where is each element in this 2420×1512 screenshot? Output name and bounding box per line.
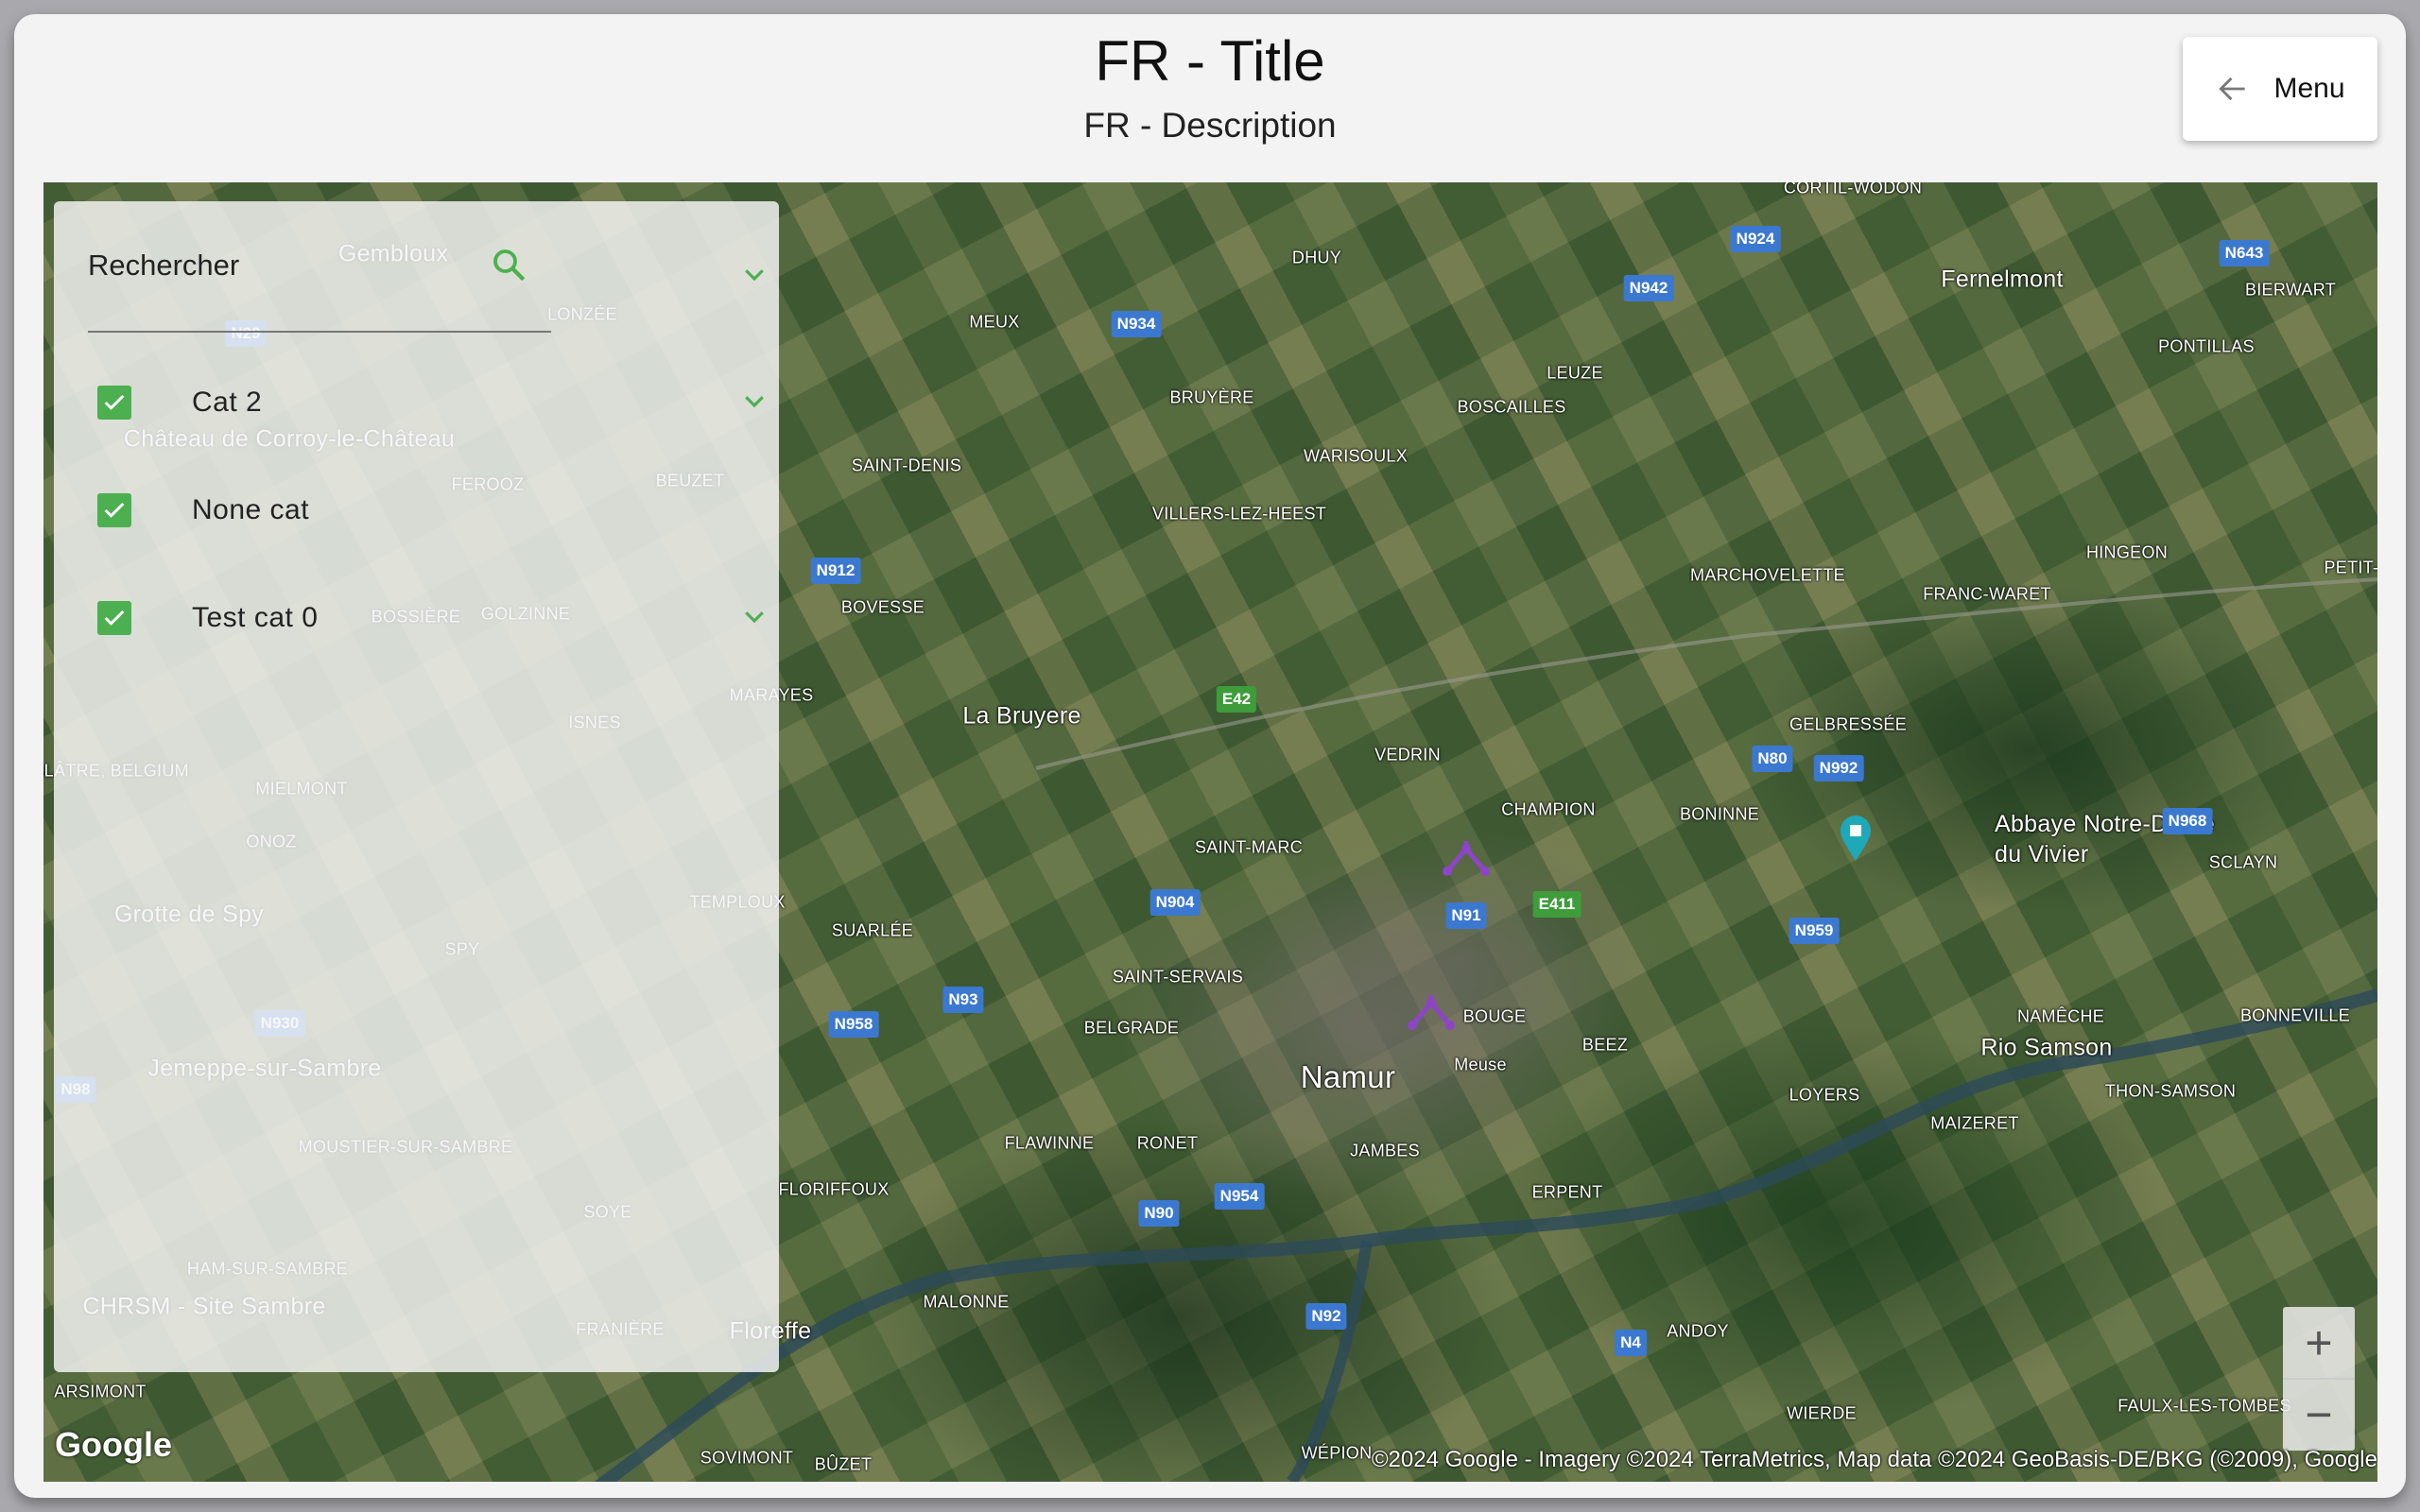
map-place-label: FAULX-LES-TOMBES	[2118, 1396, 2291, 1416]
filter-panel: Rechercher Cat 2 None cat Test cat 0	[54, 201, 779, 1372]
map-place-label: BRUYÈRE	[1169, 387, 1254, 407]
category-item[interactable]: Test cat 0	[92, 594, 772, 642]
road-shield: N90	[1138, 1200, 1180, 1227]
map-place-label: MAIZERET	[1930, 1113, 2019, 1133]
map-place-label: BONNEVILLE	[2239, 1005, 2351, 1025]
zoom-out-button[interactable]: −	[2283, 1379, 2355, 1451]
map-place-label: WIERDE	[1787, 1403, 1857, 1423]
map-place-label: BOUGE	[1462, 1006, 1527, 1026]
map-place-label: THON-SAMSON	[2104, 1081, 2237, 1101]
menu-label: Menu	[2273, 73, 2345, 104]
map-place-label: LEUZE	[1547, 363, 1603, 383]
category-item[interactable]: None cat	[92, 487, 772, 534]
chevron-down-icon[interactable]	[740, 602, 769, 630]
road-shield: N959	[1789, 918, 1840, 944]
location-marker[interactable]	[1407, 989, 1456, 1031]
map-place-label: BONINNE	[1679, 804, 1760, 824]
road-shield: N934	[1111, 311, 1162, 337]
map-place-label: Meuse	[1454, 1055, 1507, 1074]
map-place-label: LOYERS	[1789, 1085, 1860, 1105]
map-place-label: Namur	[1300, 1059, 1396, 1094]
map-place-label: BELGRADE	[1083, 1018, 1180, 1038]
map-place-label: SCLAYN	[2208, 852, 2278, 872]
map-place-label: PONTILLAS	[2158, 336, 2255, 356]
map-place-label: FLORIFFOUX	[778, 1179, 890, 1199]
map-place-label: La Bruyere	[962, 702, 1081, 730]
map-place-label: HINGEON	[2085, 542, 2169, 562]
map-place-label: NAMÊCHE	[2016, 1006, 2105, 1026]
map-attribution[interactable]: ©2024 Google - Imagery ©2024 TerraMetric…	[1372, 1447, 2377, 1473]
map-place-label: BEEZ	[1582, 1035, 1629, 1055]
map-place-label: PETIT-W	[2324, 558, 2377, 577]
map-place-label: CORTIL-WODON	[1783, 182, 1923, 198]
map-place-label: SAINT-MARC	[1194, 837, 1304, 857]
map-place-label: MEUX	[969, 312, 1020, 332]
map-place-label: FRANC-WARET	[1923, 584, 2051, 604]
road-shield: N643	[2219, 240, 2270, 266]
road-shield: N904	[1150, 889, 1201, 916]
map[interactable]: Namur La Bruyere Fernelmont Abbaye Notre-Da…	[43, 182, 2377, 1482]
search-label: Rechercher	[88, 249, 240, 282]
map-place-label: DHUY	[1291, 248, 1342, 267]
search-icon[interactable]	[489, 245, 528, 284]
checkbox-checked-icon[interactable]	[97, 493, 131, 527]
map-place-label: SAINT-SERVAIS	[1112, 967, 1244, 987]
road-shield: N958	[828, 1011, 879, 1038]
road-shield: N942	[1623, 275, 1674, 301]
map-place-label: BOSCAILLES	[1457, 397, 1566, 417]
road-shield: N992	[1813, 755, 1864, 782]
map-place-label: CHAMPION	[1501, 799, 1596, 819]
search-input-underline[interactable]	[88, 331, 551, 333]
road-shield: E42	[1216, 686, 1257, 713]
page-description: FR - Description	[1083, 106, 1337, 145]
map-place-label: BOVESSE	[840, 597, 925, 617]
road-shield: N924	[1730, 226, 1781, 252]
map-place-label: BIERWART	[2244, 280, 2337, 300]
map-place-label: RONET	[1136, 1133, 1199, 1153]
map-place-label: SAINT-DENIS	[851, 455, 962, 475]
map-place-label: MALONNE	[923, 1292, 1010, 1312]
road-shield: N968	[2162, 808, 2213, 834]
map-place-label: WÉPION	[1301, 1443, 1373, 1463]
category-label: Cat 2	[192, 387, 263, 418]
road-shield: N912	[810, 558, 861, 584]
map-place-label: JAMBES	[1350, 1141, 1420, 1160]
map-place-label: VEDRIN	[1374, 745, 1441, 765]
zoom-in-button[interactable]: +	[2283, 1307, 2355, 1379]
chevron-down-icon[interactable]	[740, 260, 769, 288]
road-shield: N4	[1615, 1330, 1647, 1356]
road-shield: N91	[1445, 902, 1487, 929]
page-title: FR - Title	[1095, 29, 1325, 93]
menu-button[interactable]: Menu	[2183, 37, 2377, 141]
chevron-down-icon[interactable]	[740, 387, 769, 415]
checkbox-checked-icon[interactable]	[97, 386, 131, 420]
road-shield: N954	[1214, 1183, 1265, 1210]
map-place-label: SUARLÉE	[831, 920, 914, 940]
place-pin-icon[interactable]	[1837, 814, 1875, 861]
map-place-label: Rio Samson	[1980, 1034, 2113, 1061]
location-marker[interactable]	[1442, 835, 1491, 877]
category-label: Test cat 0	[192, 602, 319, 633]
map-place-label: ANDOY	[1667, 1321, 1729, 1341]
map-place-label: GELBRESSÉE	[1789, 714, 1908, 734]
map-place-label: ARSIMONT	[54, 1382, 147, 1401]
road-shield: N93	[942, 987, 984, 1013]
checkbox-checked-icon[interactable]	[97, 601, 131, 635]
google-logo: Google	[55, 1425, 172, 1464]
road-shield: N80	[1752, 746, 1793, 772]
map-place-label: BÛZET	[814, 1454, 873, 1474]
map-place-label: VILLERS-LEZ-HEEST	[1151, 504, 1327, 524]
map-place-label: Fernelmont	[1941, 266, 2064, 293]
road-shield: E411	[1532, 891, 1582, 918]
zoom-controls: + −	[2283, 1307, 2355, 1451]
category-item[interactable]: Cat 2	[92, 379, 772, 426]
map-place-label: ERPENT	[1531, 1182, 1603, 1202]
category-label: None cat	[192, 494, 310, 525]
arrow-left-icon	[2219, 77, 2246, 101]
map-place-label: MARCHOVELETTE	[1690, 565, 1845, 585]
map-place-label: FLAWINNE	[1004, 1133, 1095, 1153]
road-shield: N92	[1305, 1303, 1347, 1330]
map-place-label: SOVIMONT	[700, 1448, 794, 1468]
map-place-label: WARISOULX	[1303, 446, 1409, 466]
